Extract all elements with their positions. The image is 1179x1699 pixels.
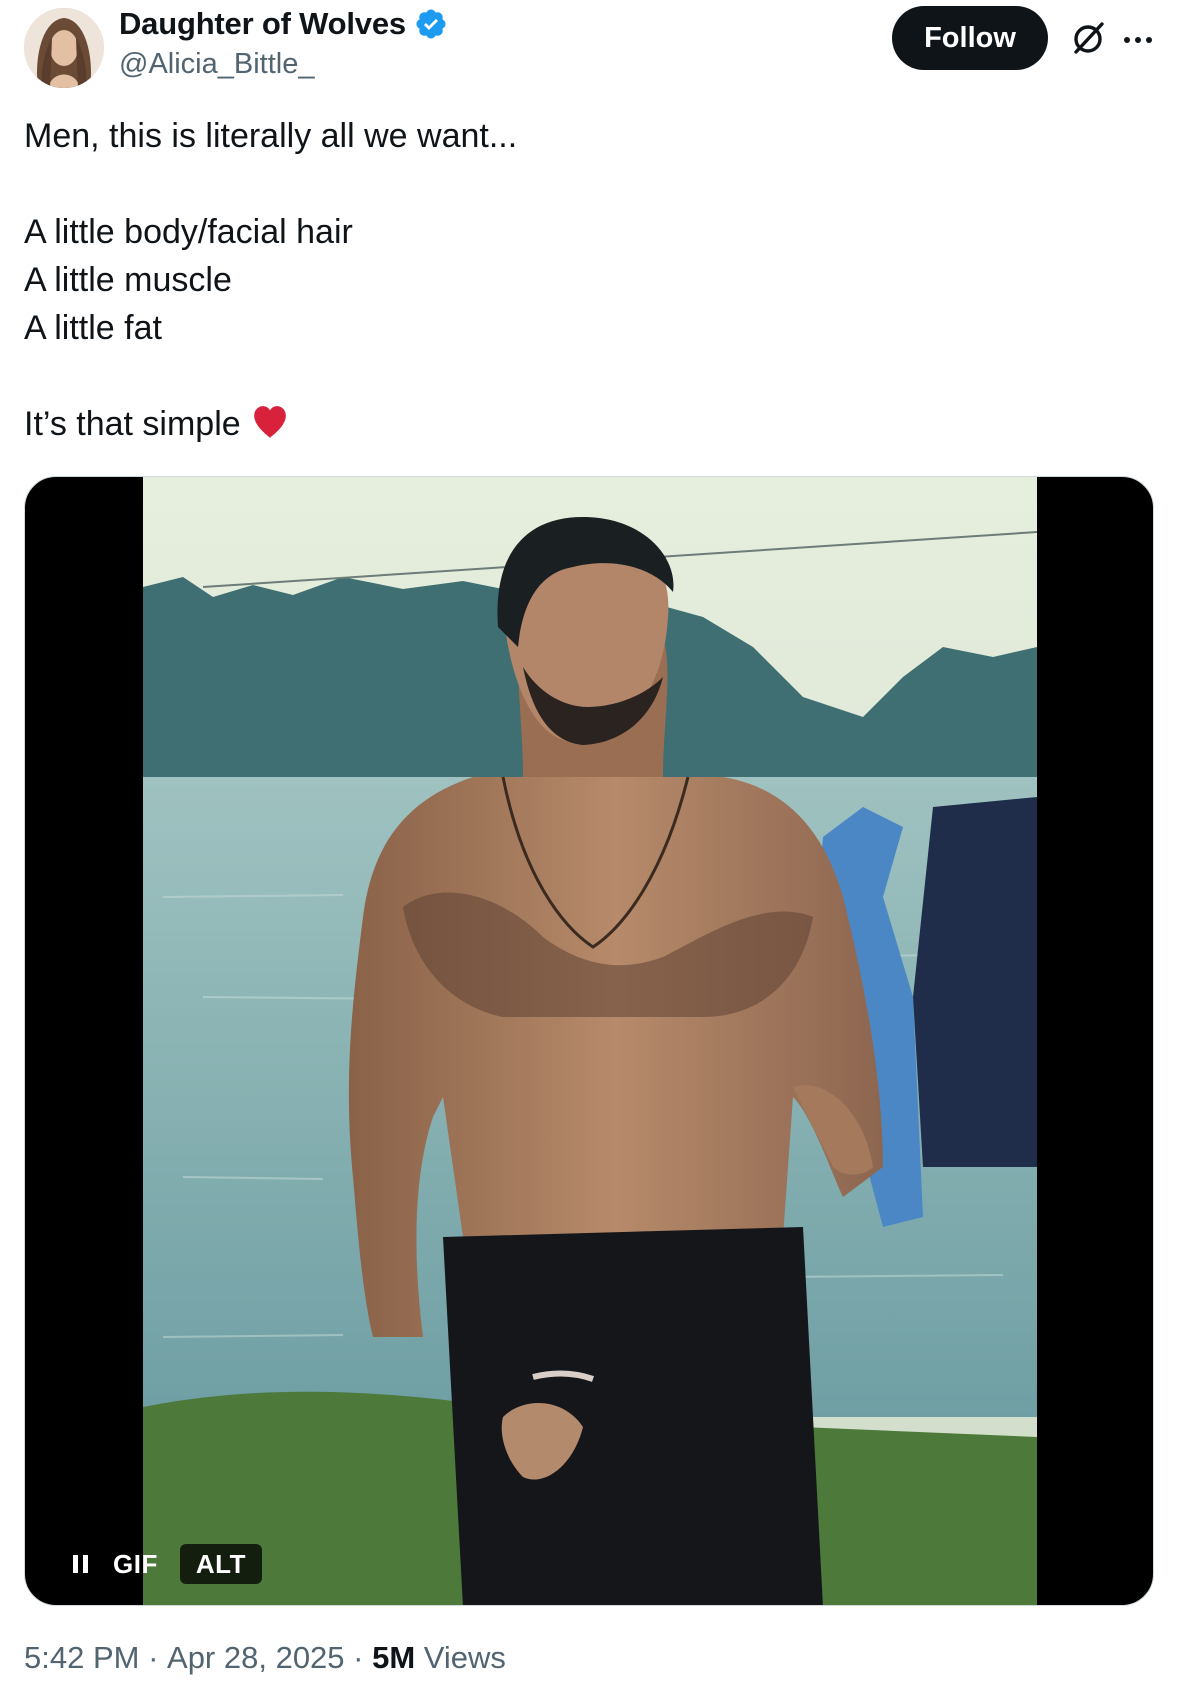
tweet-date[interactable]: Apr 28, 2025	[167, 1640, 345, 1676]
meta-separator: ·	[139, 1640, 168, 1675]
gif-badge: GIF	[113, 1548, 158, 1579]
display-name[interactable]: Daughter of Wolves	[119, 6, 406, 42]
verified-badge-icon[interactable]	[414, 7, 448, 41]
red-heart-icon	[253, 406, 286, 438]
tweet-line: It’s that simple	[24, 405, 241, 443]
tweet-line-break	[24, 160, 1144, 208]
author-name-row: Daughter of Wolves	[119, 6, 448, 42]
author-handle[interactable]: @Alicia_Bittle_	[119, 48, 314, 81]
pause-button[interactable]	[57, 1543, 105, 1585]
views-count[interactable]: 5M	[372, 1640, 415, 1676]
gif-frame[interactable]	[143, 477, 1037, 1605]
tweet-header: Daughter of Wolves @Alicia_Bittle_ Follo…	[0, 0, 1179, 100]
alt-text-button[interactable]: ALT	[179, 1544, 262, 1584]
gif-image	[143, 477, 1037, 1605]
views-label: Views	[415, 1640, 506, 1675]
tweet-line-break	[24, 352, 1144, 400]
tweet-line: A little body/facial hair	[24, 213, 353, 251]
more-options-icon[interactable]	[1120, 22, 1156, 58]
tweet-line: A little fat	[24, 309, 162, 347]
meta-separator: ·	[344, 1640, 373, 1675]
tweet-line-last: It’s that simple	[24, 400, 1144, 448]
avatar[interactable]	[24, 8, 104, 88]
pause-icon	[73, 1555, 88, 1573]
tweet-meta: 5:42 PM · Apr 28, 2025 · 5M Views	[24, 1640, 506, 1676]
tweet-media-gif[interactable]: GIF ALT	[24, 476, 1154, 1606]
tweet-line: Men, this is literally all we want...	[24, 117, 518, 155]
tweet-line: A little muscle	[24, 261, 232, 299]
tweet-time[interactable]: 5:42 PM	[24, 1640, 139, 1676]
follow-button[interactable]: Follow	[892, 6, 1048, 70]
tweet-text: Men, this is literally all we want... A …	[24, 112, 1144, 448]
media-controls: GIF ALT	[57, 1543, 262, 1585]
avatar-image	[24, 8, 104, 88]
grok-icon[interactable]	[1068, 18, 1108, 58]
